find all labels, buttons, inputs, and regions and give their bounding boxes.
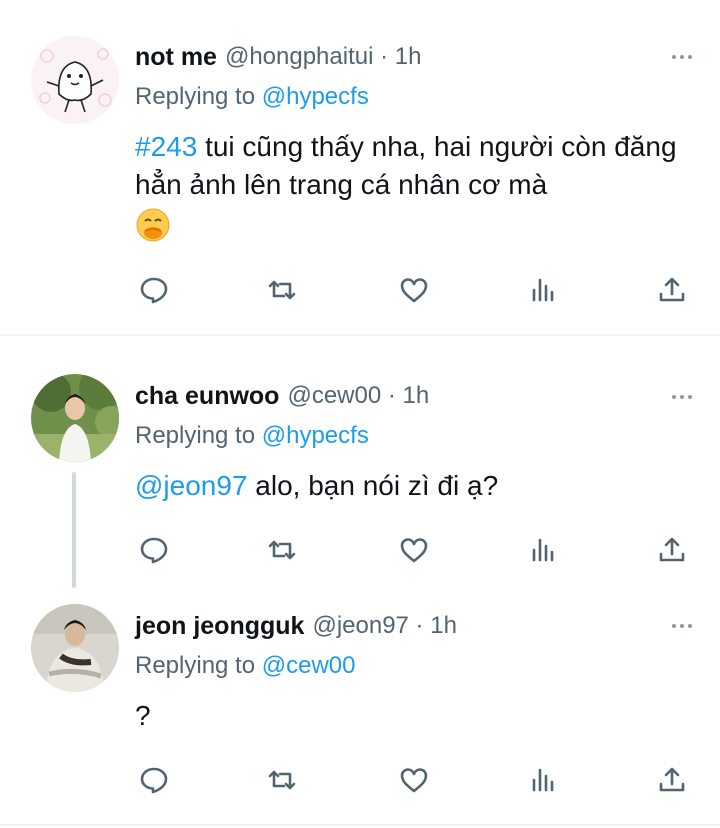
views-icon[interactable] xyxy=(526,762,562,798)
replying-to: Replying to @hypecfs xyxy=(135,419,700,453)
replying-label: Replying to xyxy=(135,422,256,449)
views-icon[interactable] xyxy=(526,532,562,568)
tweet-text: #243 tui cũng thấy nha, hai người còn đă… xyxy=(135,128,700,243)
replying-label: Replying to xyxy=(135,652,256,679)
divider xyxy=(0,824,720,826)
views-icon[interactable] xyxy=(526,272,562,308)
tweet-text-content: alo, bạn nói zì đi ạ? xyxy=(247,470,499,501)
tweet-header: not me @hongphaitui · 1h xyxy=(135,40,700,74)
tweet[interactable]: jeon jeongguk @jeon97 · 1h Replying to @… xyxy=(0,598,720,824)
thread-connector xyxy=(72,472,76,588)
like-icon[interactable] xyxy=(396,532,432,568)
avatar[interactable] xyxy=(31,374,119,462)
more-options-icon[interactable] xyxy=(672,624,692,628)
reply-icon[interactable] xyxy=(136,272,172,308)
handle-time[interactable]: @jeon97 · 1h xyxy=(312,612,456,640)
replying-mention[interactable]: @cew00 xyxy=(262,652,356,679)
more-options-icon[interactable] xyxy=(672,55,692,59)
avatar[interactable] xyxy=(31,36,119,124)
like-icon[interactable] xyxy=(396,762,432,798)
retweet-icon[interactable] xyxy=(264,272,300,308)
retweet-icon[interactable] xyxy=(264,532,300,568)
mention-link[interactable]: @jeon97 xyxy=(135,470,248,501)
replying-mention[interactable]: @hypecfs xyxy=(262,83,369,110)
display-name[interactable]: cha eunwoo xyxy=(135,382,279,411)
share-icon[interactable] xyxy=(654,532,690,568)
replying-label: Replying to xyxy=(135,83,256,110)
share-icon[interactable] xyxy=(654,272,690,308)
reply-icon[interactable] xyxy=(136,762,172,798)
replying-mention[interactable]: @hypecfs xyxy=(262,422,369,449)
replying-to: Replying to @hypecfs xyxy=(135,80,700,114)
reply-icon[interactable] xyxy=(136,532,172,568)
tweet-header: cha eunwoo @cew00 · 1h xyxy=(135,379,700,413)
replying-to: Replying to @cew00 xyxy=(135,649,700,683)
tweet[interactable]: cha eunwoo @cew00 · 1h Replying to @hype… xyxy=(0,336,720,598)
handle-time[interactable]: @cew00 · 1h xyxy=(287,382,429,410)
tweet-text-content: tui cũng thấy nha, hai người còn đăng hẳ… xyxy=(135,131,677,200)
handle-time[interactable]: @hongphaitui · 1h xyxy=(225,43,422,71)
display-name[interactable]: jeon jeongguk xyxy=(135,612,304,641)
display-name[interactable]: not me xyxy=(135,43,217,72)
tweet-actions xyxy=(134,532,694,568)
hashtag-link[interactable]: #243 xyxy=(135,131,197,162)
tweet-text-content: ? xyxy=(135,700,151,731)
tweet[interactable]: not me @hongphaitui · 1h Replying to @hy… xyxy=(0,0,720,335)
more-options-icon[interactable] xyxy=(672,395,692,399)
retweet-icon[interactable] xyxy=(264,762,300,798)
share-icon[interactable] xyxy=(654,762,690,798)
tweet-text: @jeon97 alo, bạn nói zì đi ạ? xyxy=(135,467,700,505)
tweet-header: jeon jeongguk @jeon97 · 1h xyxy=(135,609,700,643)
hand-over-mouth-emoji xyxy=(135,207,171,243)
like-icon[interactable] xyxy=(396,272,432,308)
tweet-actions xyxy=(134,762,694,798)
tweet-text: ? xyxy=(135,697,700,735)
avatar[interactable] xyxy=(31,604,119,692)
tweet-actions xyxy=(134,272,694,308)
